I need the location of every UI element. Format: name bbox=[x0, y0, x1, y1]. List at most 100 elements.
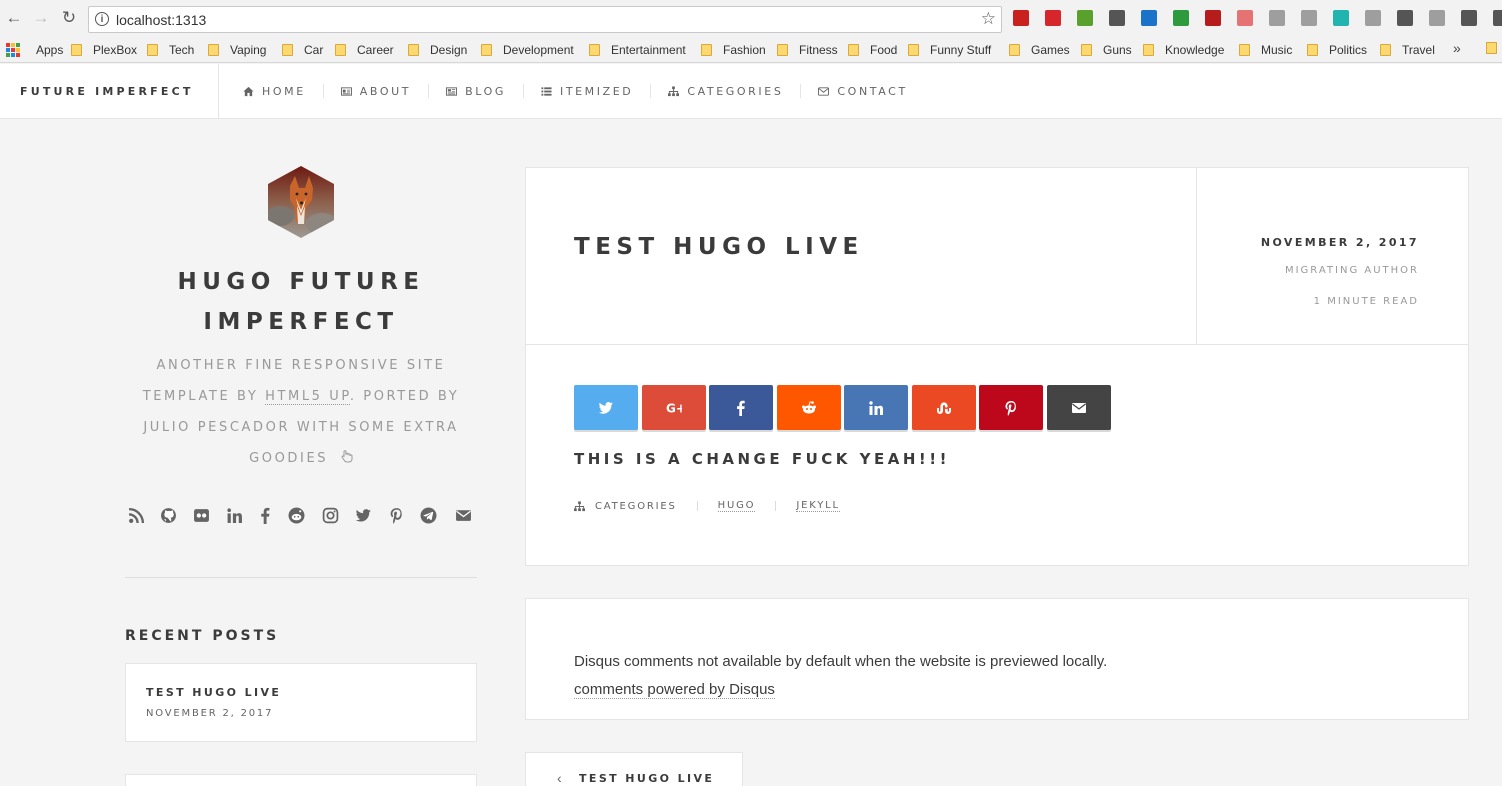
bookmark-knowledge[interactable]: Knowledge bbox=[1143, 40, 1224, 60]
disqus-notice: Disqus comments not available by default… bbox=[574, 653, 1108, 670]
recent-post-card[interactable]: TEST HUGO LIVE NOVEMBER 2, 2017 bbox=[125, 663, 477, 742]
extension-icon[interactable] bbox=[1301, 10, 1317, 26]
folder-icon bbox=[777, 44, 788, 56]
share-stumbleupon-button[interactable] bbox=[911, 385, 976, 430]
share-twitter-button[interactable] bbox=[574, 385, 638, 430]
site-tagline: ANOTHER FINE RESPONSIVE SITE TEMPLATE BY… bbox=[126, 350, 476, 474]
bookmark-apps[interactable]: Apps bbox=[6, 40, 63, 60]
site-title-line1: HUGO FUTURE bbox=[177, 269, 425, 295]
nav-contact[interactable]: CONTACT bbox=[800, 84, 924, 98]
facebook-icon[interactable] bbox=[257, 507, 274, 524]
extension-icon[interactable] bbox=[1205, 10, 1221, 26]
bookmark-fitness[interactable]: Fitness bbox=[777, 40, 838, 60]
bookmark-label: Fashion bbox=[723, 43, 766, 57]
folder-icon bbox=[147, 44, 158, 56]
forward-arrow-icon[interactable]: → bbox=[31, 8, 51, 28]
extension-icon[interactable] bbox=[1269, 10, 1285, 26]
share-facebook-button[interactable] bbox=[709, 385, 773, 430]
extension-icon[interactable] bbox=[1109, 10, 1125, 26]
bookmark-plexbox[interactable]: PlexBox bbox=[71, 40, 137, 60]
social-links bbox=[122, 504, 478, 528]
bookmark-star-icon[interactable]: ☆ bbox=[981, 9, 996, 29]
category-tag-jekyll[interactable]: JEKYLL bbox=[796, 500, 840, 512]
site-header: FUTURE IMPERFECT HOME ABOUT BLOG ITEMIZED CA… bbox=[0, 64, 1502, 119]
bookmark-label: Car bbox=[304, 43, 324, 57]
bookmark-games[interactable]: Games bbox=[1009, 40, 1070, 60]
extension-icon[interactable] bbox=[1045, 10, 1061, 26]
nav-itemized[interactable]: ITEMIZED bbox=[522, 84, 650, 98]
flickr-icon[interactable] bbox=[193, 507, 210, 524]
bookmark-food[interactable]: Food bbox=[848, 40, 897, 60]
extension-icon[interactable] bbox=[1429, 10, 1445, 26]
chevron-left-icon: ‹ bbox=[557, 770, 562, 786]
other-bookmarks-folder-icon[interactable] bbox=[1486, 42, 1497, 54]
list-icon bbox=[541, 86, 552, 96]
post-author[interactable]: MIGRATING AUTHOR bbox=[1285, 265, 1419, 276]
extension-icon[interactable] bbox=[1333, 10, 1349, 26]
extension-icon[interactable] bbox=[1461, 10, 1477, 26]
bookmark-label: Guns bbox=[1103, 43, 1132, 57]
html5up-link[interactable]: HTML5 UP bbox=[265, 389, 350, 405]
extension-icon[interactable] bbox=[1237, 10, 1253, 26]
bookmark-car[interactable]: Car bbox=[282, 40, 323, 60]
bookmark-development[interactable]: Development bbox=[481, 40, 574, 60]
nav-categories[interactable]: CATEGORIES bbox=[650, 84, 800, 98]
back-arrow-icon[interactable]: ← bbox=[4, 8, 24, 28]
bookmark-entertainment[interactable]: Entertainment bbox=[589, 40, 686, 60]
address-bar[interactable]: i localhost:1313 ☆ bbox=[88, 6, 1002, 33]
telegram-icon[interactable] bbox=[420, 507, 437, 524]
sidebar-divider bbox=[125, 577, 477, 578]
instagram-icon[interactable] bbox=[322, 507, 339, 524]
avatar[interactable] bbox=[268, 166, 334, 238]
extension-icon[interactable] bbox=[1077, 10, 1093, 26]
bookmark-vaping[interactable]: Vaping bbox=[208, 40, 266, 60]
recent-posts-heading: RECENT POSTS bbox=[125, 628, 280, 644]
bookmarks-overflow-button[interactable]: » bbox=[1453, 40, 1461, 56]
share-google-plus-button[interactable]: G+ bbox=[641, 385, 706, 430]
nav-home[interactable]: HOME bbox=[226, 84, 323, 98]
address-url[interactable]: localhost:1313 bbox=[116, 12, 206, 28]
tagline-line2-post: . PORTED BY bbox=[349, 389, 460, 404]
share-pinterest-button[interactable] bbox=[979, 385, 1043, 430]
bookmark-politics[interactable]: Politics bbox=[1307, 40, 1367, 60]
bookmark-guns[interactable]: Guns bbox=[1081, 40, 1132, 60]
twitter-icon[interactable] bbox=[355, 507, 372, 524]
share-email-button[interactable] bbox=[1046, 385, 1111, 430]
site-logo[interactable]: FUTURE IMPERFECT bbox=[0, 64, 219, 118]
extension-icon[interactable] bbox=[1013, 10, 1029, 26]
github-icon[interactable] bbox=[160, 507, 177, 524]
bookmark-tech[interactable]: Tech bbox=[147, 40, 194, 60]
extension-icon[interactable] bbox=[1173, 10, 1189, 26]
linkedin-icon[interactable] bbox=[226, 507, 243, 524]
bookmark-funny-stuff[interactable]: Funny Stuff bbox=[908, 40, 991, 60]
bookmark-music[interactable]: Music bbox=[1239, 40, 1292, 60]
post-article: TEST HUGO LIVE NOVEMBER 2, 2017 MIGRATIN… bbox=[525, 167, 1469, 566]
share-linkedin-button[interactable] bbox=[844, 385, 908, 430]
category-tag-hugo[interactable]: HUGO bbox=[717, 500, 756, 512]
reload-icon[interactable]: ↻ bbox=[59, 8, 79, 28]
twitter-icon bbox=[598, 401, 613, 414]
recent-post-title[interactable]: TEST HUGO LIVE bbox=[146, 686, 281, 699]
extension-icon[interactable] bbox=[1493, 10, 1502, 26]
pinterest-icon[interactable] bbox=[388, 507, 405, 524]
disqus-powered-link[interactable]: comments powered by Disqus bbox=[574, 681, 775, 699]
extension-icon[interactable] bbox=[1141, 10, 1157, 26]
info-icon[interactable]: i bbox=[95, 12, 109, 26]
extension-icon[interactable] bbox=[1397, 10, 1413, 26]
share-reddit-button[interactable] bbox=[776, 385, 841, 430]
reddit-icon[interactable] bbox=[288, 507, 305, 524]
bookmark-design[interactable]: Design bbox=[408, 40, 467, 60]
envelope-icon bbox=[818, 86, 830, 96]
nav-blog[interactable]: BLOG bbox=[428, 84, 523, 98]
extension-icon[interactable] bbox=[1365, 10, 1381, 26]
bookmark-career[interactable]: Career bbox=[335, 40, 394, 60]
email-icon[interactable] bbox=[455, 507, 472, 524]
bookmark-fashion[interactable]: Fashion bbox=[701, 40, 766, 60]
nav-about[interactable]: ABOUT bbox=[322, 84, 428, 98]
bookmark-travel[interactable]: Travel bbox=[1380, 40, 1435, 60]
previous-post-button[interactable]: ‹ TEST HUGO LIVE bbox=[525, 752, 743, 786]
folder-icon bbox=[1239, 44, 1250, 56]
post-title[interactable]: TEST HUGO LIVE bbox=[574, 234, 864, 260]
rss-icon[interactable] bbox=[128, 507, 145, 524]
recent-post-card-next[interactable] bbox=[125, 774, 477, 786]
